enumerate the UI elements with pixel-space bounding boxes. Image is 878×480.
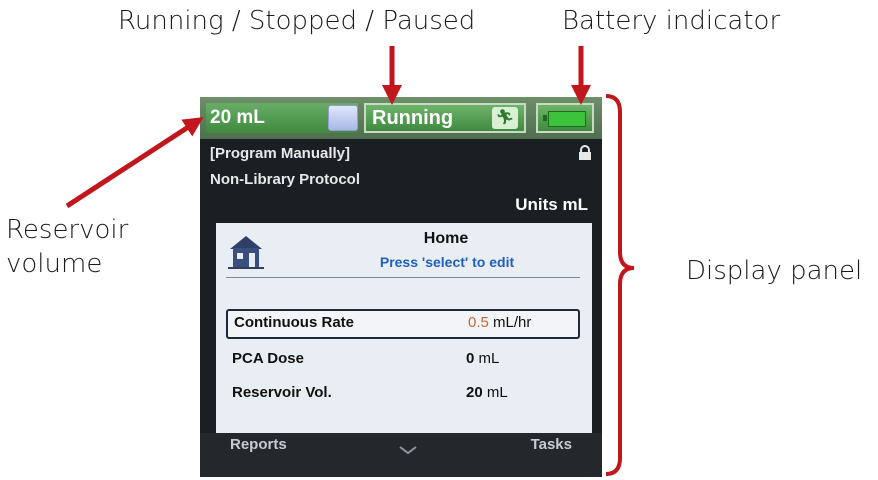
reservoir-volume-arrow — [65, 117, 204, 209]
annotation-overlay — [65, 46, 635, 476]
display-panel-brace — [605, 94, 635, 476]
